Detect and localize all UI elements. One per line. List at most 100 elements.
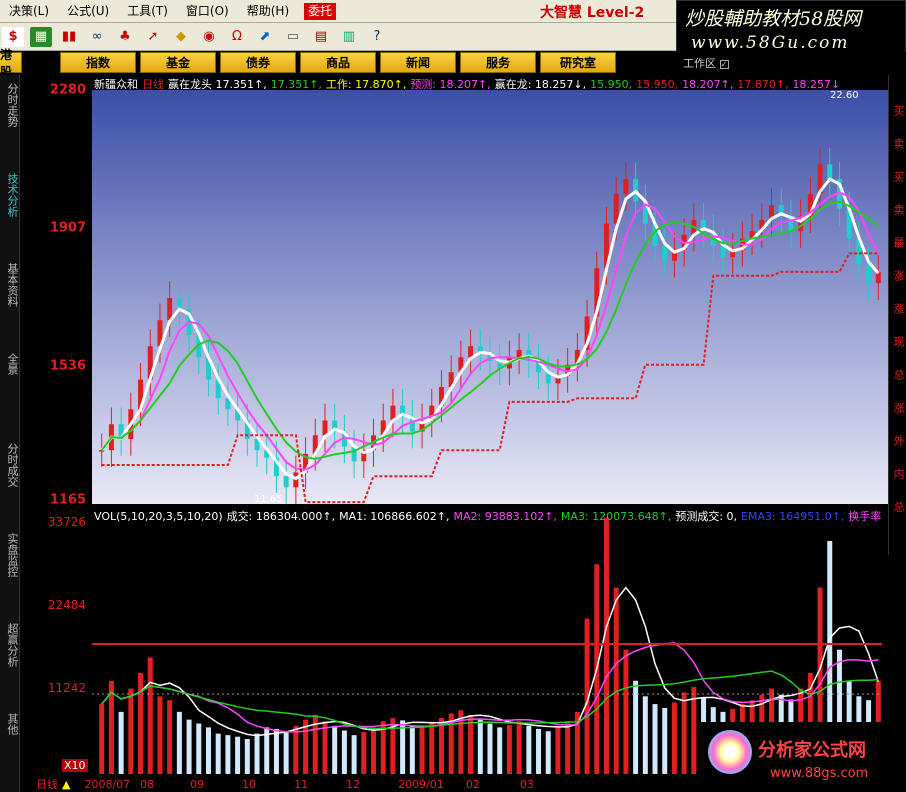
price-tick-1: 1907 bbox=[49, 220, 86, 236]
price-tick-2: 1536 bbox=[49, 358, 86, 374]
volume-bar bbox=[652, 704, 658, 774]
price-chart[interactable]: 22.60 11.65 bbox=[92, 90, 888, 504]
volume-bar bbox=[506, 725, 512, 774]
legend_price-item-6: 赢在龙: 18.257↓, bbox=[494, 78, 587, 91]
legend_vol-item-4: MA3: 120073.648↑, bbox=[560, 510, 672, 523]
nav-service[interactable]: 服务 bbox=[460, 52, 536, 73]
right-quote-strip: 买卖买卖最涨涨现总涨外内总 bbox=[888, 75, 906, 555]
date-tick-0: 2008/07 bbox=[84, 777, 131, 791]
left-tab-0[interactable]: 分时走势 bbox=[2, 83, 19, 127]
quote-cell-11: 内 bbox=[892, 468, 905, 479]
volume-bar bbox=[99, 704, 105, 774]
volume-bar bbox=[536, 728, 542, 774]
menu-item-0[interactable]: 决策(L) bbox=[0, 0, 58, 23]
volume-bar bbox=[361, 732, 367, 774]
left-tab-2[interactable]: 基本资料 bbox=[2, 263, 19, 307]
magnet-icon[interactable]: Ω bbox=[226, 27, 248, 47]
left-tab-1[interactable]: 技术分析 bbox=[2, 173, 19, 217]
nav-index[interactable]: 指数 bbox=[60, 52, 136, 73]
menu-item-1[interactable]: 公式(U) bbox=[58, 0, 118, 23]
flag-icon[interactable]: ▦ bbox=[30, 26, 52, 47]
left-tab-7[interactable]: 其他 bbox=[2, 713, 19, 735]
volume-bar bbox=[516, 721, 522, 774]
dollar-icon[interactable]: $ bbox=[2, 26, 24, 47]
quote-cell-7: 现 bbox=[892, 336, 905, 347]
legend_price-item-10: 17.870↑, bbox=[737, 78, 789, 91]
window-icon[interactable]: ▤ bbox=[310, 27, 332, 47]
ad-banner-88gs[interactable]: 分析家公式网 www.88gs.com bbox=[700, 722, 906, 792]
nav-research[interactable]: 研究室 bbox=[540, 52, 616, 73]
date-tick-5: 12 bbox=[346, 777, 361, 791]
nav-row: 港股 指数 基金 债券 商品 新闻 服务 研究室 bbox=[0, 48, 906, 79]
help-icon[interactable]: ? bbox=[366, 27, 388, 47]
binoculars-icon[interactable]: ∞ bbox=[86, 27, 108, 47]
legend_vol-item-7: 换手率 bbox=[848, 510, 882, 523]
nav-fund[interactable]: 基金 bbox=[140, 52, 216, 73]
date-tick-1: 08 bbox=[140, 777, 155, 791]
volume-bar bbox=[526, 725, 532, 774]
volume-bar bbox=[235, 736, 241, 774]
volume-legend: VOL(5,10,20,3,5,10,20) 成交: 186304.000↑, MA… bbox=[94, 508, 885, 524]
volume-bar bbox=[565, 721, 571, 774]
panel-icon[interactable]: ▭ bbox=[282, 27, 304, 47]
left-tab-6[interactable]: 超赢分析 bbox=[2, 623, 19, 667]
volume-bar bbox=[128, 688, 134, 774]
left-tab-3[interactable]: 全景 bbox=[2, 353, 19, 375]
nav-bond[interactable]: 债券 bbox=[220, 52, 296, 73]
volume-bar bbox=[681, 692, 687, 774]
legend_price-item-3: 17.351↑, bbox=[270, 78, 322, 91]
workarea-label[interactable]: 工作区 ✓ bbox=[683, 55, 729, 71]
menu-item-3[interactable]: 窗口(O) bbox=[177, 0, 238, 23]
low-annotation: 11.65 bbox=[254, 494, 283, 504]
bell-icon[interactable]: ♣ bbox=[114, 27, 136, 47]
volume-bar bbox=[157, 696, 163, 774]
menu-item-2[interactable]: 工具(T) bbox=[118, 0, 177, 23]
volume-bar bbox=[477, 719, 483, 774]
books-icon[interactable]: ▥ bbox=[338, 27, 360, 47]
left-tab-5[interactable]: 实盘监控 bbox=[2, 533, 19, 577]
volume-bar bbox=[215, 733, 221, 774]
quote-cell-12: 总 bbox=[892, 501, 905, 512]
legend_vol-item-0: VOL(5,10,20,3,5,10,20) bbox=[94, 510, 223, 523]
nav-hk[interactable]: 港股 bbox=[0, 48, 22, 79]
checkbox-icon[interactable]: ✓ bbox=[719, 60, 729, 69]
cursor-icon[interactable]: ⬈ bbox=[254, 27, 276, 47]
volume-bar bbox=[409, 725, 415, 774]
arrow-icon[interactable]: ➚ bbox=[142, 27, 164, 47]
legend_vol-item-6: EMA3: 164951.0↑, bbox=[741, 510, 845, 523]
nav-commodity[interactable]: 商品 bbox=[300, 52, 376, 73]
diamond-icon[interactable]: ◆ bbox=[170, 27, 192, 47]
date-tick-2: 09 bbox=[190, 777, 205, 791]
menu-item-4[interactable]: 帮助(H) bbox=[238, 0, 298, 23]
volume-bar bbox=[633, 680, 639, 774]
legend_price-item-1: 日线 bbox=[142, 78, 164, 91]
bars-icon[interactable]: ▮▮ bbox=[58, 27, 80, 47]
volume-bar bbox=[254, 733, 260, 774]
zoom-badge[interactable]: X10 bbox=[62, 759, 88, 772]
refresh-icon[interactable]: ◉ bbox=[198, 27, 220, 47]
nav-news[interactable]: 新闻 bbox=[380, 52, 456, 73]
volume-bar bbox=[623, 649, 629, 774]
volume-bar bbox=[176, 711, 182, 774]
volume-bar bbox=[244, 739, 250, 774]
consign-button[interactable]: 委托 bbox=[304, 2, 337, 20]
volume-bar bbox=[138, 673, 144, 774]
quote-cell-6: 涨 bbox=[892, 303, 905, 314]
status-bar: 日线 ▲ 2008/07 08 09 10 11 12 2009/01 02 03 bbox=[36, 776, 736, 792]
volume-bar bbox=[351, 735, 357, 774]
period-toggle-icon[interactable]: ▲ bbox=[62, 778, 70, 791]
volume-bar bbox=[671, 702, 677, 774]
ad88-line-1: 分析家公式网 bbox=[758, 740, 866, 761]
toolbar: $ ▦ ▮▮ ∞ ♣ ➚ ◆ ◉ Ω ⬈ ▭ ▤ ▥ ? bbox=[0, 23, 676, 51]
date-tick-8: 03 bbox=[519, 777, 534, 791]
left-tab-strip: 分时走势技术分析基本资料全景分时成交实盘监控超赢分析其他 bbox=[0, 75, 20, 792]
legend_price-item-2: 赢在龙头 17.351↑, bbox=[168, 78, 267, 91]
legend_vol-item-1: 成交: 186304.000↑, bbox=[226, 510, 336, 523]
vol-tick-0: 33726 bbox=[47, 515, 86, 529]
volume-bar bbox=[293, 725, 299, 774]
left-tab-4[interactable]: 分时成交 bbox=[2, 443, 19, 487]
legend_price-item-9: 18.207↑, bbox=[682, 78, 734, 91]
quote-cell-0: 买 bbox=[892, 105, 905, 116]
period-label[interactable]: 日线 bbox=[36, 776, 58, 792]
volume-bar bbox=[613, 587, 619, 774]
